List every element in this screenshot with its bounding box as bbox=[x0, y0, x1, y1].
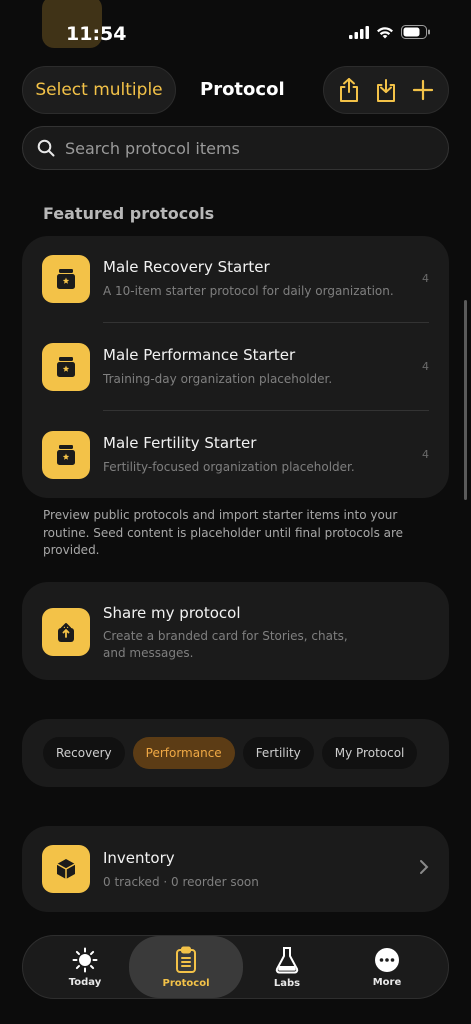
filter-chips: Recovery Performance Fertility My Protoc… bbox=[22, 719, 449, 787]
featured-protocols-card: Male Recovery Starter A 10-item starter … bbox=[22, 236, 449, 498]
page-title: Protocol bbox=[200, 79, 285, 100]
divider bbox=[103, 322, 429, 323]
divider bbox=[103, 410, 429, 411]
box-icon bbox=[42, 845, 90, 893]
share-icon[interactable] bbox=[333, 74, 365, 106]
plus-icon[interactable] bbox=[407, 74, 439, 106]
share-protocol-card[interactable]: Share my protocol Create a branded card … bbox=[22, 582, 449, 680]
featured-section-title: Featured protocols bbox=[43, 204, 215, 223]
battery-icon bbox=[401, 25, 430, 39]
protocol-count: 4 bbox=[422, 272, 429, 285]
download-icon[interactable] bbox=[370, 74, 402, 106]
share-desc: Create a branded card for Stories, chats… bbox=[103, 629, 348, 660]
chip-my-protocol[interactable]: My Protocol bbox=[321, 737, 418, 769]
tab-protocol[interactable]: Protocol bbox=[129, 936, 243, 998]
protocol-row-recovery[interactable]: Male Recovery Starter A 10-item starter … bbox=[42, 236, 429, 324]
chip-recovery[interactable]: Recovery bbox=[43, 737, 125, 769]
cellular-signal-icon bbox=[349, 25, 369, 39]
protocol-name: Male Performance Starter bbox=[103, 346, 296, 364]
protocol-stack-icon bbox=[42, 255, 90, 303]
search-placeholder: Search protocol items bbox=[65, 138, 240, 158]
sun-icon bbox=[72, 947, 98, 972]
share-title: Share my protocol bbox=[103, 604, 241, 622]
protocol-count: 4 bbox=[422, 360, 429, 373]
clipboard-icon bbox=[176, 946, 196, 973]
protocol-stack-icon bbox=[42, 343, 90, 391]
tab-more[interactable]: More bbox=[335, 936, 439, 998]
inventory-desc: 0 tracked · 0 reorder soon bbox=[103, 875, 259, 889]
tab-labs[interactable]: Labs bbox=[235, 936, 339, 998]
inventory-title: Inventory bbox=[103, 849, 175, 867]
protocol-row-fertility[interactable]: Male Fertility Starter Fertility-focused… bbox=[42, 412, 429, 500]
tab-today[interactable]: Today bbox=[33, 936, 137, 998]
chevron-right-icon bbox=[420, 860, 429, 874]
status-time: 11:54 bbox=[66, 23, 127, 45]
tab-label: More bbox=[372, 976, 402, 988]
featured-note: Preview public protocols and import star… bbox=[43, 508, 404, 557]
protocol-stack-icon bbox=[42, 431, 90, 479]
protocol-row-performance[interactable]: Male Performance Starter Training-day or… bbox=[42, 324, 429, 412]
search-icon bbox=[37, 139, 55, 157]
status-icons bbox=[349, 25, 431, 39]
tab-bar: Today Protocol Labs More bbox=[22, 935, 449, 999]
select-multiple-button[interactable]: Select multiple bbox=[22, 66, 176, 114]
more-icon bbox=[375, 947, 399, 972]
header-actions bbox=[323, 66, 449, 114]
wifi-icon bbox=[377, 26, 393, 38]
protocol-name: Male Recovery Starter bbox=[103, 258, 270, 276]
scrollbar[interactable] bbox=[464, 300, 467, 500]
flask-icon bbox=[275, 946, 299, 973]
tab-label: Protocol bbox=[162, 977, 210, 989]
search-field[interactable]: Search protocol items bbox=[22, 126, 449, 170]
protocol-name: Male Fertility Starter bbox=[103, 434, 257, 452]
inventory-card[interactable]: Inventory 0 tracked · 0 reorder soon bbox=[22, 826, 449, 912]
status-bar: 11:54 bbox=[0, 0, 471, 60]
chip-fertility[interactable]: Fertility bbox=[242, 737, 314, 769]
top-bar: Select multiple Protocol bbox=[22, 66, 449, 114]
protocol-desc: A 10-item starter protocol for daily org… bbox=[103, 284, 394, 298]
share-icon bbox=[42, 608, 90, 656]
protocol-desc: Training-day organization placeholder. bbox=[103, 372, 333, 386]
tab-label: Labs bbox=[273, 977, 301, 989]
protocol-desc: Fertility-focused organization placehold… bbox=[103, 460, 355, 474]
chip-performance[interactable]: Performance bbox=[132, 737, 235, 769]
tab-label: Today bbox=[68, 976, 102, 988]
protocol-count: 4 bbox=[422, 448, 429, 461]
